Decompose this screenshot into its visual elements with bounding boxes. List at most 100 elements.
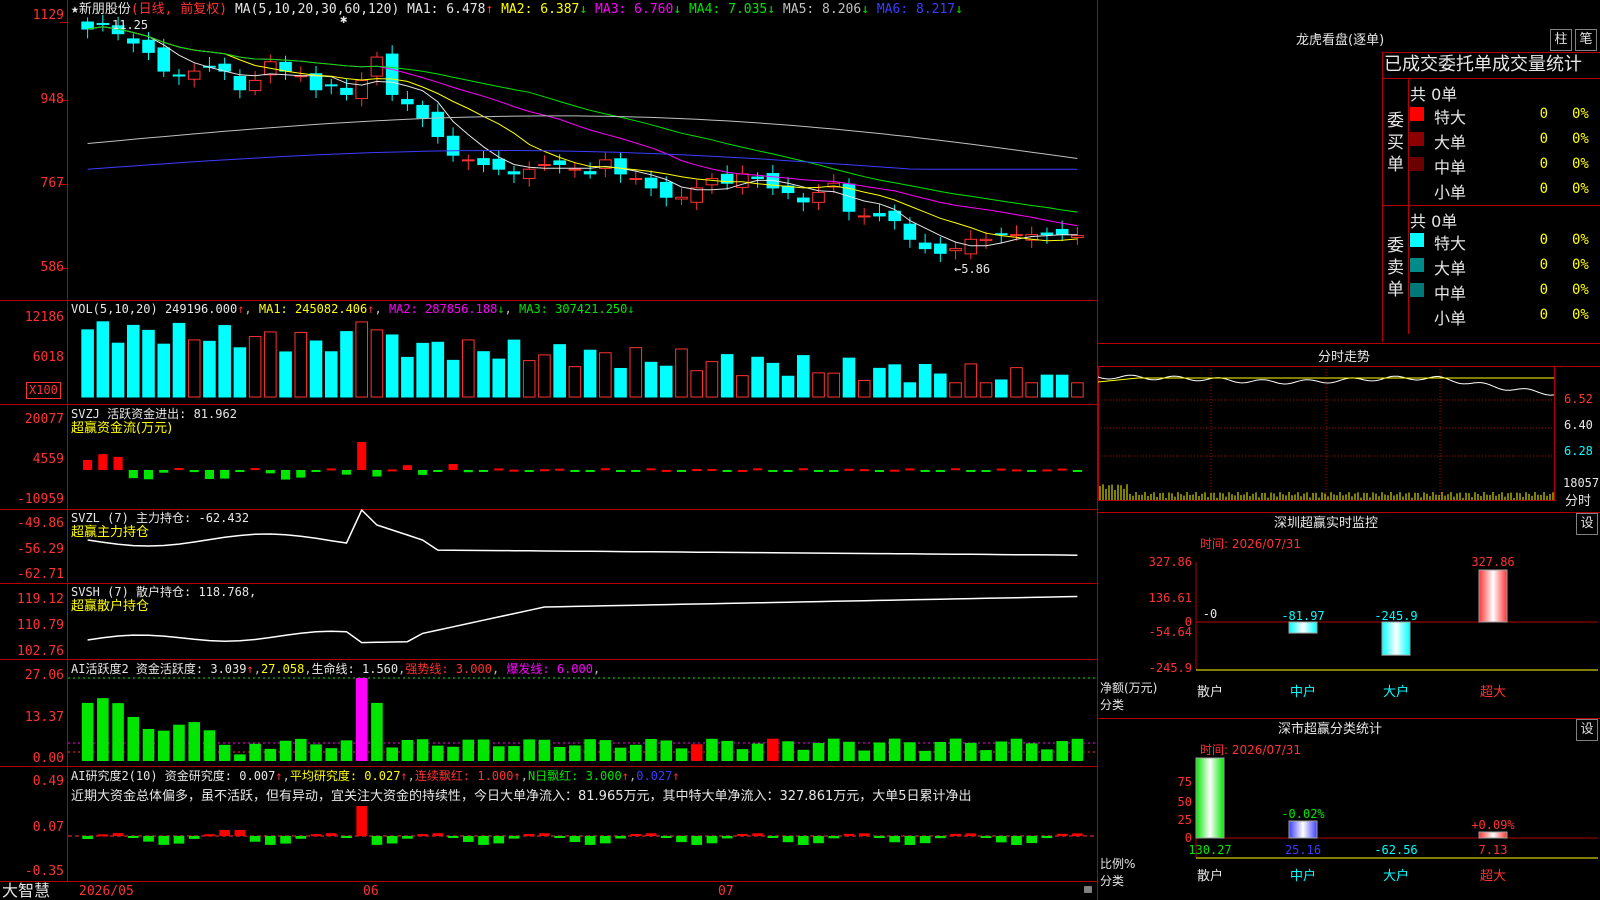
szc-value-label: -62.56 (1374, 843, 1417, 857)
svsh-sub: 超赢散户持仓 (71, 599, 150, 614)
main-chart-svg[interactable] (0, 0, 1098, 900)
volume-bar (1040, 374, 1054, 398)
intraday-vol-unit: 分时 (1565, 494, 1592, 509)
svzj-bar (890, 469, 900, 472)
stock-title[interactable]: ★新朋股份 (71, 2, 131, 17)
volume-bar (553, 344, 566, 398)
ai1-bar (1056, 741, 1068, 761)
candle-body (538, 164, 551, 167)
volume-bar (614, 367, 627, 398)
candle-body (797, 197, 810, 203)
volume-bar (690, 370, 703, 398)
svzj-bar (143, 470, 154, 480)
svzj-y-1: 20077 (24, 412, 64, 427)
lhb-buy-count-3: 0 (1539, 181, 1548, 197)
lhb-bar-button[interactable]: 柱 (1550, 29, 1572, 51)
main-y-axis-3: 767 (40, 176, 64, 191)
lhb-buy-name-2: 中单 (1434, 158, 1467, 177)
ai2-bar (630, 834, 642, 837)
candle-body (401, 99, 414, 105)
ai2-bar (676, 836, 687, 843)
ai1-bar (112, 703, 124, 761)
svzl-label[interactable]: SVZL (7) 主力持仓: -62.432 (71, 511, 249, 525)
volume-bar (294, 332, 308, 398)
ai1-bar (843, 741, 855, 761)
ai1-label[interactable]: AI活跃度2 资金活跃度: 3.039 (71, 662, 246, 676)
szm-bar (1288, 621, 1318, 634)
candle-body (873, 213, 886, 217)
ai2-bar (645, 833, 657, 836)
volume-bar (446, 359, 460, 398)
ai1-bar (1010, 738, 1023, 761)
lhb-buy-pct-3: 0% (1572, 181, 1589, 197)
sz-class-chart[interactable]: 7550250130.27散户25.16-0.02%中户-62.56大户7.13… (1098, 718, 1600, 900)
ai2-cont: 连续飘红: 1.000 (414, 769, 514, 783)
candle-body (903, 223, 917, 240)
svzj-bar (418, 470, 428, 475)
candle-body (1010, 234, 1023, 237)
szm-value-label: 327.86 (1471, 555, 1514, 569)
lhb-sell-pct-1: 0% (1572, 257, 1589, 273)
svsh-y-3: 102.76 (17, 644, 64, 659)
ai2-bar (569, 836, 581, 843)
main-y-axis-2: 948 (40, 92, 64, 107)
ma-value-5: MA5: 8.206 (782, 2, 862, 17)
candle-body (355, 79, 368, 100)
svzj-bar (722, 470, 732, 472)
ai2-bar (82, 836, 93, 839)
ma120-line (87, 150, 1078, 170)
ai1-bar (751, 743, 764, 761)
volume-bar (918, 364, 932, 398)
vol-unit-badge[interactable]: X100 (26, 382, 61, 399)
vol-header: VOL(5,10,20) 249196.000↑, MA1: 245082.40… (71, 302, 635, 316)
ai2-bar (265, 836, 276, 845)
volume-bar (81, 329, 94, 398)
candle-body (446, 135, 460, 156)
ai1-bar (797, 749, 810, 761)
svzj-y-3: -10959 (17, 492, 64, 507)
ai2-bar (493, 836, 505, 844)
svzj-bar (646, 468, 656, 471)
svzj-label[interactable]: SVZJ 活跃资金进出: 81.962 (71, 407, 237, 421)
vol-ma2: MA2: 287856.188 (388, 302, 498, 316)
ai1-bar (736, 749, 749, 761)
ai1-bar (690, 744, 703, 761)
szc-y-tick: 50 (1178, 795, 1192, 809)
main-chart-area[interactable]: ★新朋股份(日线, 前复权) MA(5,10,20,30,60,120) MA1… (0, 0, 1098, 900)
sz-monitor-chart[interactable]: 327.86136.610-54.64-245.9-0散户-81.97中户-24… (1098, 512, 1600, 712)
svzj-bar (1072, 470, 1082, 472)
ai2-bar (127, 836, 139, 838)
lhb-buy-swatch-0 (1410, 107, 1424, 121)
high-price-label: 11.25 (112, 18, 149, 32)
svsh-label[interactable]: SVSH (7) 散户持仓: 118.768, (71, 585, 256, 599)
ai2-bar (828, 836, 840, 839)
candle-body (1040, 232, 1054, 236)
lhb-tick-button[interactable]: 笔 (1575, 29, 1597, 51)
ai2-y-2: 0.07 (32, 820, 64, 835)
volume-bar (949, 382, 962, 398)
lhb-buy-name-3: 小单 (1434, 183, 1467, 202)
candle-body (96, 22, 110, 25)
candle-body (462, 159, 475, 162)
svzj-bar (372, 470, 382, 477)
period-mode[interactable]: (日线, 前复权) (131, 2, 227, 17)
ai-activity-bars (68, 677, 1097, 761)
lhb-sell-name-0: 特大 (1434, 234, 1467, 253)
ai2-bar (356, 806, 368, 836)
intraday-chart[interactable] (1098, 344, 1600, 514)
ai1-y-2: 13.37 (24, 710, 64, 725)
ai2-bar (889, 836, 900, 843)
ai2-bar (280, 836, 291, 844)
lhb-sell-total: 共 0单 (1410, 212, 1458, 231)
ai2-bar (874, 836, 885, 838)
lock-icon[interactable] (1084, 886, 1092, 893)
ai2-label[interactable]: AI研究度2(10) 资金研究度: 0.007 (71, 769, 275, 783)
x-label-1: 2026/05 (79, 884, 134, 899)
ai1-bar (645, 738, 657, 761)
vol-label[interactable]: VOL(5,10,20) (71, 302, 158, 316)
candle-body (233, 75, 247, 91)
ai2-bar (858, 833, 870, 836)
candle-body (416, 104, 429, 119)
ai2-bar (341, 836, 352, 838)
candle-body (507, 171, 521, 175)
